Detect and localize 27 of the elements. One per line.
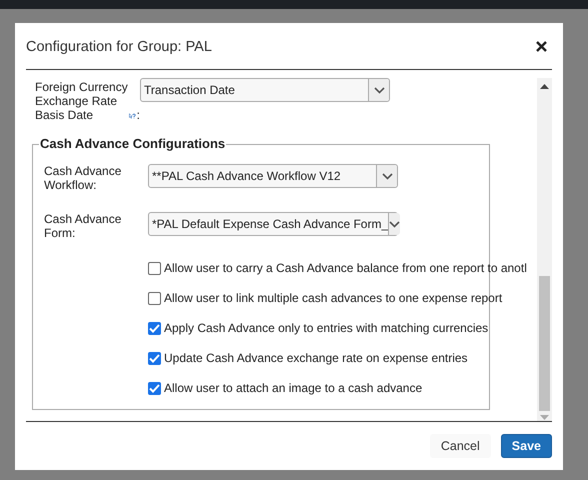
checkbox-label: Allow user to carry a Cash Advance balance from one report to anotl <box>164 261 527 275</box>
field-label: Cash Advance Form: <box>44 212 122 240</box>
caret-icon <box>389 220 400 228</box>
checkbox-label: Allow user to link multiple cash advances to one expense report <box>164 291 502 305</box>
checkbox-label: Allow user to attach an image to a cash advance <box>164 381 422 395</box>
dropdown[interactable]: **PAL Cash Advance Workflow V12 <box>148 164 398 188</box>
close-icon[interactable] <box>536 41 547 52</box>
caret-icon <box>374 86 384 94</box>
date-dropdown[interactable]: Transaction Date <box>140 78 390 102</box>
save-button[interactable]: Save <box>500 434 552 458</box>
field-label: Foreign Currency Exchange Rate Basis Date <box>35 80 128 122</box>
checkbox[interactable] <box>148 382 161 394</box>
scroll-up-icon[interactable] <box>540 84 549 89</box>
checkbox[interactable] <box>148 262 161 274</box>
checkbox[interactable] <box>148 292 161 304</box>
section-title: Cash Advance Configurations <box>39 136 226 151</box>
scrollbar[interactable] <box>537 78 552 421</box>
colon: : <box>136 108 140 122</box>
caret-icon <box>382 172 392 180</box>
checkbox-label: Apply Cash Advance only to entries with matching currencies <box>164 321 488 335</box>
dialog-title: Configuration for Group: PAL <box>26 38 212 54</box>
dropdown[interactable]: *PAL Default Expense Cash Advance Form_ <box>148 212 398 236</box>
checkbox[interactable] <box>148 352 161 364</box>
field-label: Cash Advance Workflow: <box>44 164 122 192</box>
checkbox-label: Update Cash Advance exchange rate on expense entries <box>164 351 468 365</box>
cancel-button[interactable]: Cancel <box>430 434 491 458</box>
checkbox[interactable] <box>148 322 161 334</box>
